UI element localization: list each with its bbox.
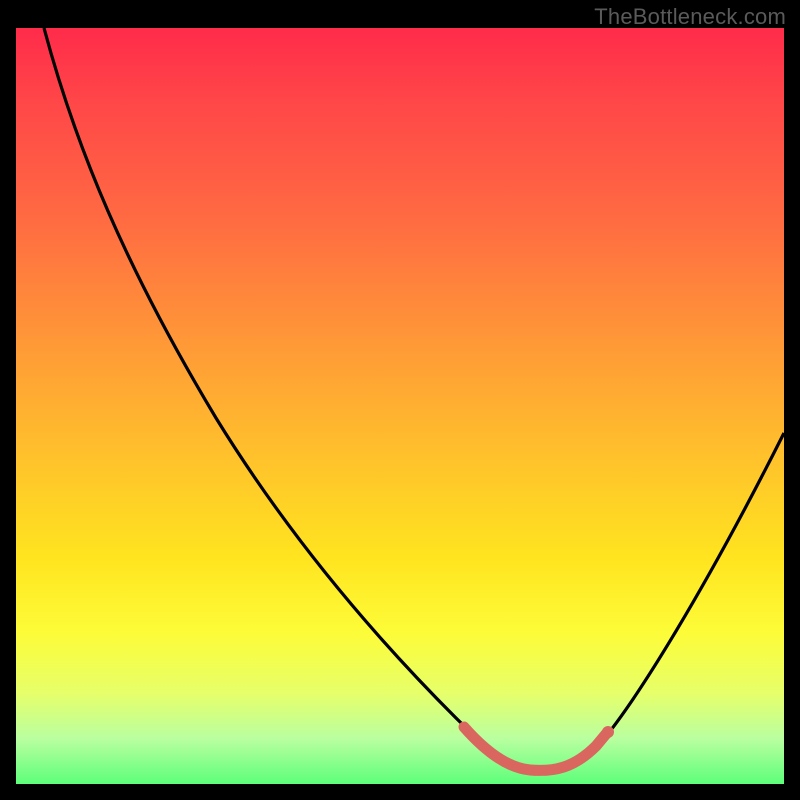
plot-area bbox=[16, 28, 784, 784]
recommended-range-marker bbox=[464, 727, 606, 770]
curve-path bbox=[44, 28, 784, 771]
chart-frame: TheBottleneck.com bbox=[0, 0, 800, 800]
bottleneck-curve bbox=[16, 28, 784, 784]
watermark-text: TheBottleneck.com bbox=[594, 4, 786, 30]
marker-end-dot bbox=[602, 726, 614, 738]
